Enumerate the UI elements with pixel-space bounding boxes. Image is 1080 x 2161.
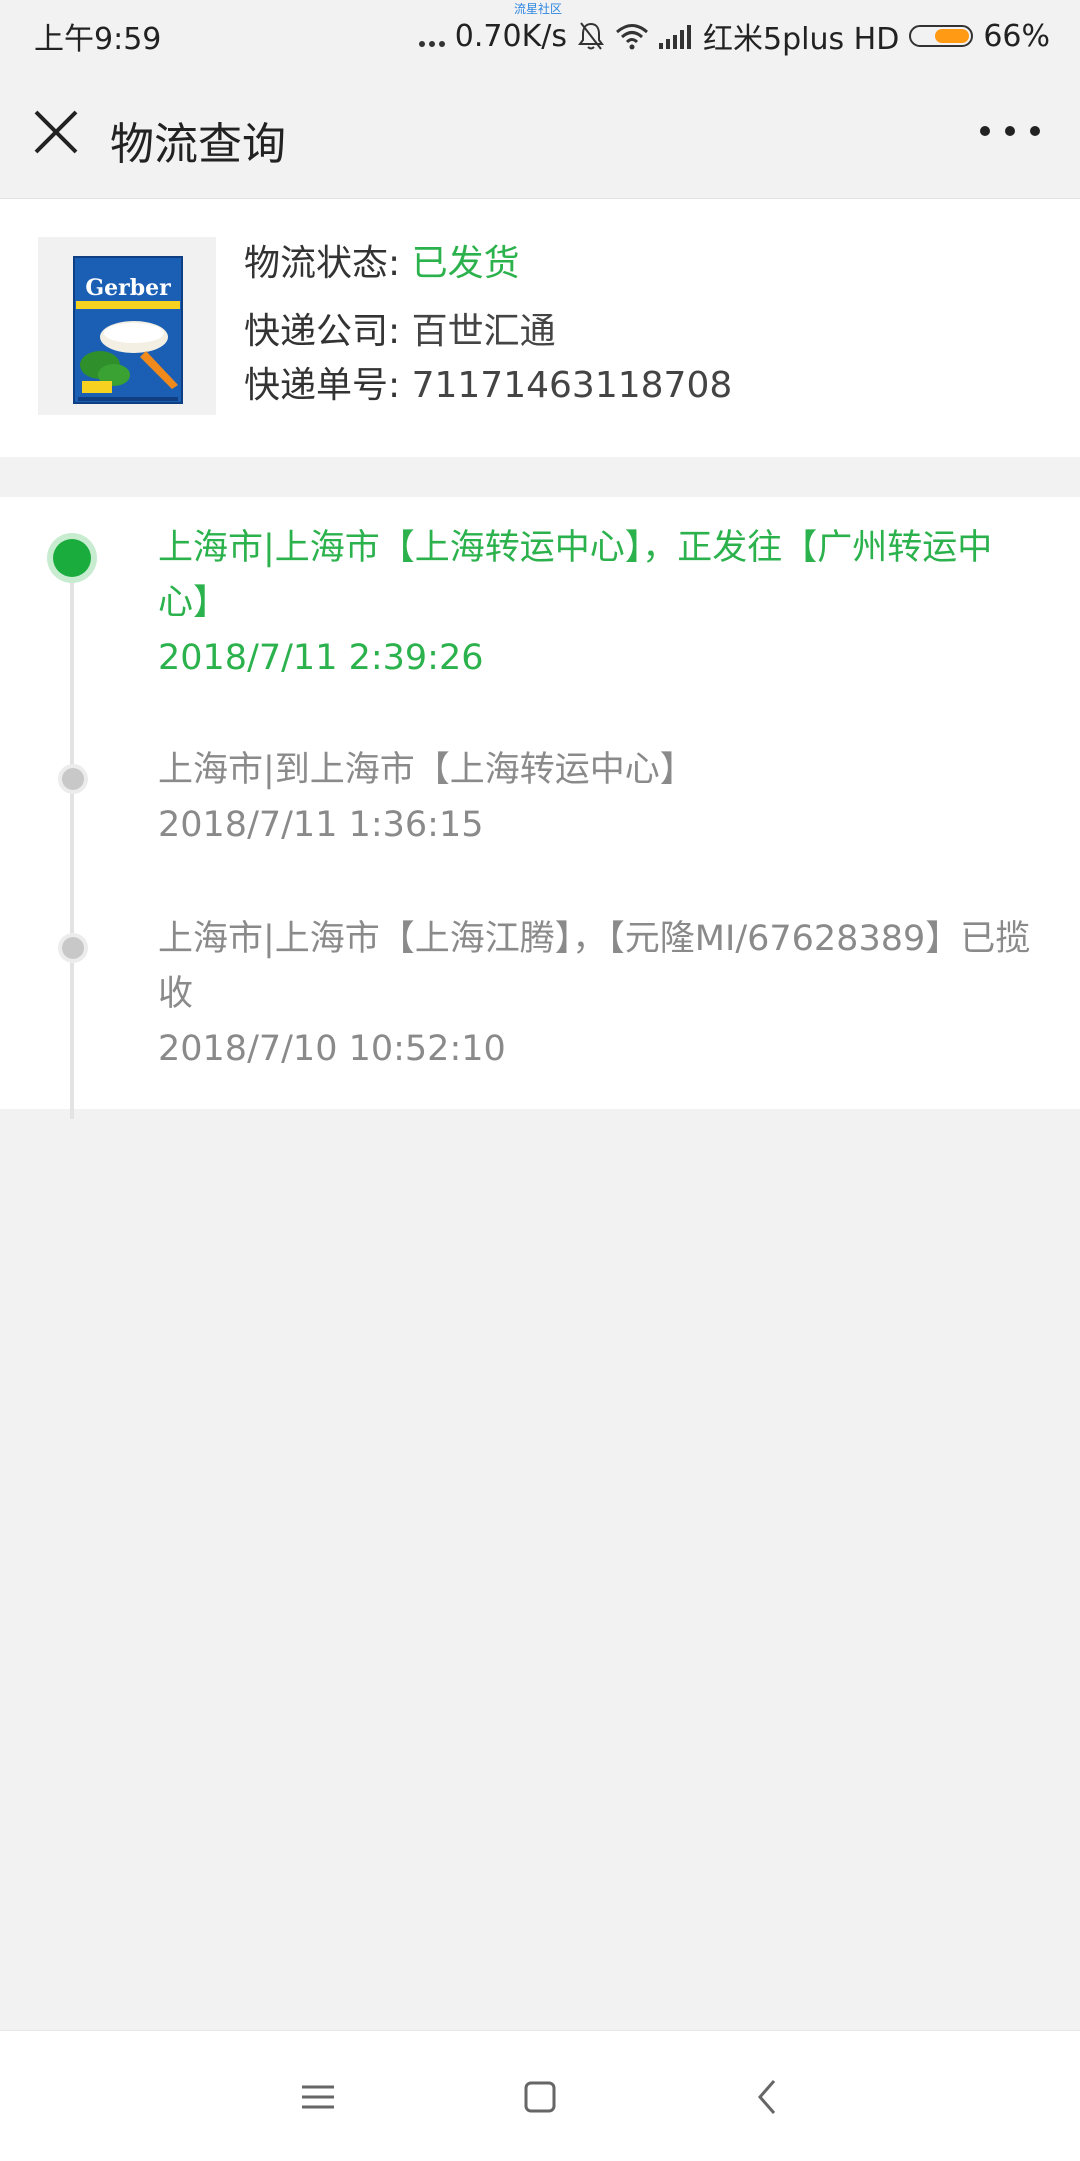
system-nav-bar bbox=[0, 2030, 1080, 2161]
home-icon[interactable] bbox=[514, 2071, 566, 2123]
carrier-name: 红米5plus HD bbox=[703, 22, 900, 57]
event-time: 2018/7/11 2:39:26 bbox=[158, 638, 484, 678]
company-value: 百世汇通 bbox=[411, 311, 556, 352]
product-box-image: Gerber bbox=[73, 256, 183, 404]
product-thumbnail[interactable]: Gerber bbox=[38, 237, 216, 415]
signal-icon bbox=[659, 25, 691, 49]
network-speed: 0.70K/s bbox=[454, 18, 567, 54]
more-dot bbox=[980, 126, 990, 136]
tracking-timeline: 上海市|上海市【上海转运中心】，正发往【广州转运中心】 2018/7/11 2:… bbox=[0, 497, 1080, 1119]
status-indicators: 0.70K/s 红米5plus HD 66% bbox=[418, 14, 1050, 58]
tracking-label: 快递单号: bbox=[244, 365, 401, 406]
shipment-info-card: Gerber 物流状态: 已发货 快递公司: 百世汇通 快递单号: 711714… bbox=[0, 199, 1080, 457]
company-label: 快递公司: bbox=[244, 311, 401, 352]
timeline-dot bbox=[62, 768, 84, 790]
app-header: 物流查询 bbox=[0, 68, 1080, 199]
more-dot bbox=[1005, 126, 1015, 136]
timeline-dot-active bbox=[53, 539, 91, 577]
event-description: 上海市|上海市【上海江腾】，【元隆MI/67628389】已揽收 bbox=[158, 919, 1031, 1014]
timeline-dot bbox=[62, 937, 84, 959]
event-description: 上海市|到上海市【上海转运中心】 bbox=[158, 750, 695, 790]
status-row: 物流状态: 已发货 bbox=[244, 237, 520, 291]
status-value: 已发货 bbox=[411, 243, 520, 284]
more-dot bbox=[1030, 126, 1040, 136]
company-row: 快递公司: 百世汇通 bbox=[244, 305, 556, 359]
brand-text: Gerber bbox=[85, 275, 171, 301]
tracking-number[interactable]: 71171463118708 bbox=[412, 365, 733, 406]
more-icon[interactable] bbox=[980, 116, 1040, 146]
page-title: 物流查询 bbox=[110, 119, 286, 170]
status-label: 物流状态: bbox=[244, 243, 401, 284]
event-time: 2018/7/10 10:52:10 bbox=[158, 1029, 506, 1069]
timeline-event: 上海市|上海市【上海江腾】，【元隆MI/67628389】已揽收 2018/7/… bbox=[158, 912, 1038, 1077]
back-icon[interactable] bbox=[742, 2071, 794, 2123]
mute-bell-icon bbox=[578, 22, 604, 50]
status-time: 上午9:59 bbox=[34, 22, 162, 57]
event-description: 上海市|上海市【上海转运中心】，正发往【广州转运中心】 bbox=[158, 528, 993, 623]
battery-icon bbox=[909, 25, 974, 47]
tracking-row: 快递单号: 71171463118708 bbox=[244, 359, 732, 413]
wifi-icon bbox=[616, 24, 648, 50]
close-icon[interactable] bbox=[30, 106, 82, 158]
status-bar: 上午9:59 流星社区 0.70K/s 红米5plus HD 66% bbox=[0, 0, 1080, 68]
menu-icon[interactable] bbox=[292, 2071, 344, 2123]
more-notifications-icon bbox=[418, 21, 445, 51]
timeline-event: 上海市|到上海市【上海转运中心】 2018/7/11 1:36:15 bbox=[158, 743, 1038, 853]
timeline-line bbox=[70, 559, 74, 1119]
battery-percent: 66% bbox=[983, 18, 1050, 54]
timeline-event: 上海市|上海市【上海转运中心】，正发往【广州转运中心】 2018/7/11 2:… bbox=[158, 521, 1038, 686]
event-time: 2018/7/11 1:36:15 bbox=[158, 805, 484, 845]
